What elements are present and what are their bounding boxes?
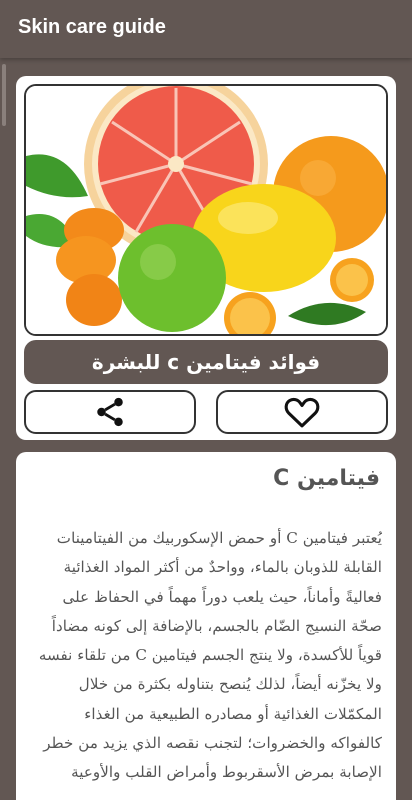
- scrollbar-thumb[interactable]: [2, 64, 6, 126]
- article-heading: فيتامين C: [273, 466, 380, 491]
- card-title: فوائد فيتامين c للبشرة: [24, 340, 388, 384]
- article-card: فيتامين C يُعتبر فيتامين C أو حمض الإسكو…: [16, 452, 396, 800]
- citrus-illustration: [26, 86, 386, 334]
- app-title: Skin care guide: [18, 16, 166, 38]
- app-bar: Skin care guide: [0, 0, 412, 58]
- feature-card: فوائد فيتامين c للبشرة: [16, 76, 396, 440]
- heart-outline-icon: [284, 397, 320, 428]
- article-body: يُعتبر فيتامين C أو حمض الإسكوربيك من ال…: [38, 529, 382, 782]
- hero-image[interactable]: [24, 84, 388, 336]
- favorite-button[interactable]: [216, 390, 388, 434]
- share-icon: [97, 397, 123, 427]
- share-button[interactable]: [24, 390, 196, 434]
